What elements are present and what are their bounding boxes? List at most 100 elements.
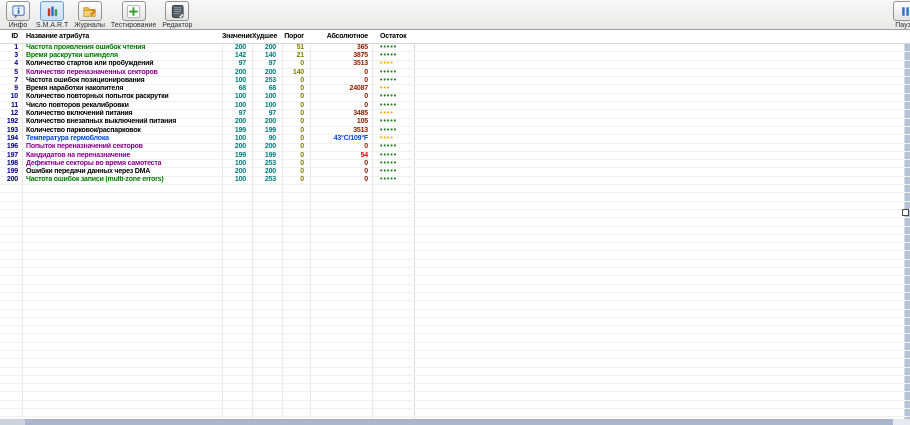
- empty-table-row: [0, 293, 910, 302]
- smart-attributes-table: ID Название атрибута Значение Худшее Пор…: [0, 31, 910, 419]
- toolbar-label-info: Инфо: [8, 22, 28, 29]
- attr-threshold: 51: [296, 43, 305, 51]
- attr-name: Количество парковок/распарковок: [26, 126, 141, 134]
- horizontal-scrollbar[interactable]: [0, 419, 910, 425]
- attr-worst: 200: [264, 118, 276, 126]
- attr-remaining-dots: •••: [380, 85, 391, 93]
- attr-worst: 100: [264, 93, 276, 101]
- scrollbar-grip[interactable]: [902, 209, 909, 216]
- empty-table-row: [0, 376, 910, 385]
- attr-remaining-dots: •••••: [380, 151, 398, 159]
- toolbar-button-testing[interactable]: Тестирование: [111, 1, 156, 30]
- attr-name: Число повторов рекалибровки: [26, 101, 129, 109]
- toolbar-button-info[interactable]: Инфо: [6, 1, 30, 30]
- attr-remaining-dots: •••••: [380, 68, 398, 76]
- empty-table-row: [0, 318, 910, 327]
- pause-icon: [901, 6, 909, 16]
- testing-button[interactable]: [121, 1, 146, 21]
- attr-remaining-dots: •••••: [380, 118, 398, 126]
- header-id[interactable]: ID: [0, 33, 22, 41]
- attr-worst: 253: [264, 159, 276, 167]
- attr-name: Количество внезапных выключений питания: [26, 118, 177, 126]
- attr-remaining-dots: •••••: [380, 176, 398, 184]
- empty-table-row: [0, 310, 910, 318]
- attr-remaining-dots: •••••: [380, 159, 398, 167]
- attr-value: 100: [234, 93, 246, 101]
- attr-remaining-dots: ••••: [380, 60, 394, 68]
- attr-id: 199: [6, 168, 18, 176]
- attr-remaining-dots: •••••: [380, 51, 398, 59]
- attr-id: 12: [10, 110, 19, 118]
- attr-threshold: 0: [300, 168, 304, 176]
- toolbar-button-smart[interactable]: S.M.A.R.T: [36, 1, 68, 30]
- attr-value: 200: [234, 143, 246, 151]
- attr-id: 197: [6, 151, 18, 159]
- editor-button[interactable]: [165, 1, 190, 21]
- header-absolute[interactable]: Абсолютное: [310, 33, 372, 41]
- attr-id: 4: [14, 60, 18, 68]
- horizontal-scrollbar-thumb[interactable]: [25, 419, 893, 425]
- header-remaining[interactable]: Остаток: [372, 33, 414, 41]
- empty-table-row: [0, 301, 910, 310]
- table-row-attr-200[interactable]: 200 Частота ошибок записи (multi-zone err…: [0, 176, 910, 186]
- header-attribute-name[interactable]: Название атрибута: [22, 33, 222, 41]
- test-plus-icon: [126, 4, 141, 18]
- toolbar: Инфо S.M.A.R.T Журналы Тестирование Реда…: [0, 0, 910, 30]
- attr-id: 10: [10, 93, 19, 101]
- attr-name: Ошибки передачи данных через DMA: [26, 168, 151, 176]
- attr-threshold: 21: [296, 51, 305, 59]
- attr-value: 142: [234, 51, 246, 59]
- attr-id: 194: [6, 134, 18, 142]
- header-worst[interactable]: Худшее: [252, 33, 282, 41]
- attr-absolute: 3485: [353, 110, 368, 118]
- empty-table-row: [0, 368, 910, 376]
- attr-absolute: 24087: [349, 85, 369, 93]
- attr-absolute: 0: [364, 76, 368, 84]
- attr-threshold: 0: [300, 60, 304, 68]
- attr-remaining-dots: •••••: [380, 101, 398, 109]
- attr-absolute: 0: [364, 159, 368, 167]
- empty-table-row: [0, 235, 910, 244]
- journals-button[interactable]: [77, 1, 102, 21]
- attr-id: 3: [14, 51, 18, 59]
- attr-id: 193: [6, 126, 18, 134]
- attr-value: 100: [234, 176, 246, 184]
- toolbar-label-journals: Журналы: [74, 22, 105, 29]
- attr-worst: 97: [268, 60, 277, 68]
- attr-threshold: 0: [300, 118, 304, 126]
- attr-absolute: 0: [364, 143, 368, 151]
- empty-table-row: [0, 351, 910, 360]
- attr-id: 7: [14, 76, 18, 84]
- toolbar-button-pause[interactable]: Пауза: [893, 1, 910, 30]
- attr-remaining-dots: •••••: [380, 93, 398, 101]
- header-threshold[interactable]: Порог: [282, 33, 310, 41]
- attr-name: Дефектные секторы во время самотеста: [26, 159, 162, 167]
- header-value[interactable]: Значение: [222, 33, 252, 41]
- attr-absolute: 3513: [353, 126, 368, 134]
- table-body: 1 Частота проявления ошибок чтения 200 200 5…: [0, 43, 910, 418]
- empty-table-row: [0, 227, 910, 235]
- attr-worst: 100: [264, 101, 276, 109]
- empty-table-row: [0, 251, 910, 260]
- attr-remaining-dots: ••••: [380, 134, 394, 142]
- info-button[interactable]: [6, 1, 30, 21]
- toolbar-label-pause: Пауза: [895, 22, 910, 29]
- attr-value: 100: [234, 76, 246, 84]
- pause-button[interactable]: [893, 1, 910, 21]
- attr-threshold: 0: [300, 176, 304, 184]
- toolbar-button-journals[interactable]: Журналы: [74, 1, 105, 30]
- empty-table-row: [0, 210, 910, 219]
- attr-worst: 253: [264, 76, 276, 84]
- attr-id: 196: [6, 143, 18, 151]
- attr-absolute: 0: [364, 176, 368, 184]
- attr-id: 200: [6, 176, 18, 184]
- attr-threshold: 0: [300, 126, 304, 134]
- toolbar-button-editor[interactable]: Редактор: [162, 1, 192, 30]
- attr-value: 200: [234, 168, 246, 176]
- attr-worst: 200: [264, 43, 276, 51]
- attr-worst: 199: [264, 126, 276, 134]
- attr-threshold: 0: [300, 101, 304, 109]
- smart-button[interactable]: [40, 1, 65, 21]
- attr-threshold: 0: [300, 76, 304, 84]
- attr-name: Время раскрутки шпинделя: [26, 51, 118, 59]
